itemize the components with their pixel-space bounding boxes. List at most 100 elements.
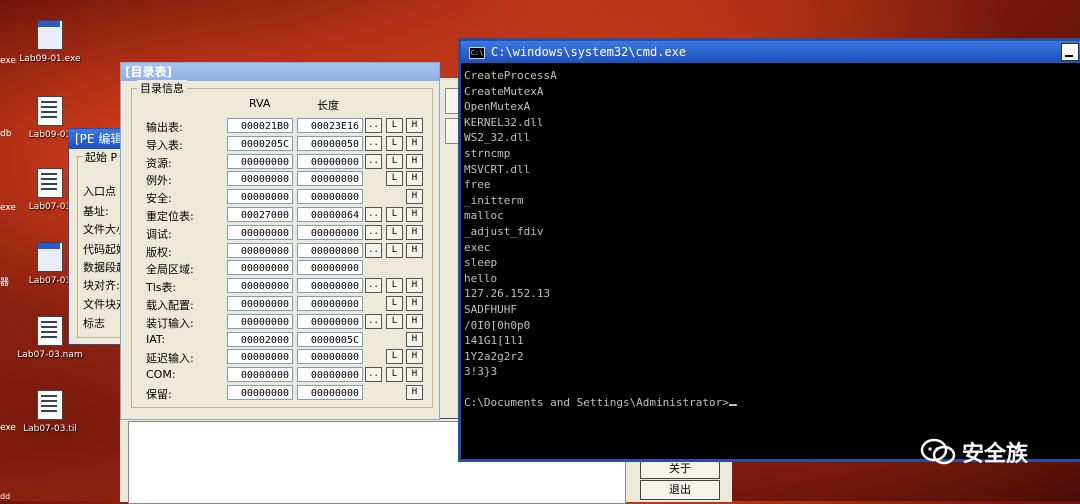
load-button[interactable]: L [386, 225, 403, 240]
rva-field[interactable]: 00000000 [227, 349, 293, 364]
load-button[interactable]: L [386, 349, 403, 364]
load-button[interactable]: L [386, 314, 403, 329]
hex-button[interactable]: H [406, 243, 423, 258]
watermark: 安全族 [920, 436, 1028, 468]
rva-field[interactable]: 00000000 [227, 189, 293, 204]
size-field[interactable]: 00000000 [297, 278, 363, 293]
directory-row-label: 载入配置: [146, 299, 194, 312]
cmd-title-bar[interactable]: C:\ C:\windows\system32\cmd.exe [461, 41, 1080, 63]
size-field[interactable]: 00000000 [297, 225, 363, 240]
load-button[interactable]: L [386, 367, 403, 382]
size-field[interactable]: 00000000 [297, 243, 363, 258]
console-line: _adjust_fdiv [464, 224, 544, 238]
load-button[interactable]: L [386, 136, 403, 151]
size-field[interactable]: 00023E16 [297, 118, 363, 133]
hex-button[interactable]: H [406, 367, 423, 382]
rva-field[interactable]: 00000000 [227, 314, 293, 329]
load-button[interactable]: L [386, 154, 403, 169]
hex-button[interactable]: H [406, 136, 423, 151]
load-button[interactable]: L [386, 118, 403, 133]
hex-button[interactable]: H [406, 385, 423, 400]
window-file-icon [37, 242, 63, 272]
rva-field[interactable]: 00000000 [227, 296, 293, 311]
load-button[interactable]: L [386, 207, 403, 222]
size-field[interactable]: 0000005C [297, 332, 363, 347]
hex-button[interactable]: H [406, 154, 423, 169]
hex-button[interactable]: H [406, 118, 423, 133]
load-button[interactable]: L [386, 296, 403, 311]
window-file-icon [37, 20, 63, 50]
browse-button[interactable]: .. [365, 314, 382, 329]
size-field[interactable]: 00000000 [297, 154, 363, 169]
size-field[interactable]: 00000064 [297, 207, 363, 222]
pe-field-label: 入口点 [83, 185, 116, 198]
cmd-title: C:\windows\system32\cmd.exe [491, 45, 687, 59]
pe-field-label: 基址: [83, 205, 109, 218]
rva-field[interactable]: 00000000 [227, 278, 293, 293]
size-field[interactable]: 00000000 [297, 296, 363, 311]
directory-row-label: 资源: [146, 157, 172, 170]
console-line: _initterm [464, 193, 524, 207]
browse-button[interactable]: .. [365, 243, 382, 258]
rva-field[interactable]: 00000000 [227, 367, 293, 382]
hex-button[interactable]: H [406, 225, 423, 240]
size-field[interactable]: 00000000 [297, 367, 363, 382]
hex-button[interactable]: H [406, 314, 423, 329]
edge-text: exe [0, 56, 16, 66]
browse-button[interactable]: .. [365, 278, 382, 293]
browse-button[interactable]: .. [365, 207, 382, 222]
directory-table-window[interactable]: [目录表] 目录信息 RVA 长度 输出表: 000021B0 00023E16..… [120, 62, 440, 420]
directory-row-label: 版权: [146, 246, 172, 259]
rva-field[interactable]: 00000000 [227, 154, 293, 169]
rva-field[interactable]: 00000000 [227, 243, 293, 258]
console-output[interactable]: CreateProcessA CreateMutexA OpenMutexA KERN… [464, 68, 1080, 459]
directory-row-label: 输出表: [146, 121, 183, 134]
hex-button[interactable]: H [406, 278, 423, 293]
load-button[interactable]: L [386, 243, 403, 258]
size-field[interactable]: 00000000 [297, 314, 363, 329]
console-line: 141G1[1l1 [464, 334, 524, 348]
console-line: 127.26.152.13 [464, 287, 551, 301]
exit-button[interactable]: 退出 [640, 480, 720, 500]
minimize-button[interactable] [1061, 43, 1079, 61]
console-line: sleep [464, 256, 498, 270]
size-field[interactable]: 00000050 [297, 136, 363, 151]
directory-row-label: IAT: [146, 333, 166, 346]
console-prompt: C:\Documents and Settings\Administrator> [464, 395, 1080, 411]
browse-button[interactable]: .. [365, 225, 382, 240]
hex-button[interactable]: H [406, 349, 423, 364]
rva-field[interactable]: 0000205C [227, 136, 293, 151]
size-field[interactable]: 00000000 [297, 189, 363, 204]
document-file-icon [37, 316, 63, 346]
size-field[interactable]: 00000000 [297, 385, 363, 400]
load-button[interactable]: L [386, 171, 403, 186]
edge-text: dd [0, 492, 11, 501]
browse-button[interactable]: .. [365, 367, 382, 382]
hex-button[interactable]: H [406, 171, 423, 186]
rva-field[interactable]: 00027000 [227, 207, 293, 222]
rva-field[interactable]: 00000000 [227, 225, 293, 240]
console-line: 3!3}3 [464, 365, 498, 379]
directory-row-label: 重定位表: [146, 210, 194, 223]
rva-field[interactable]: 00002000 [227, 332, 293, 347]
hex-button[interactable]: H [406, 189, 423, 204]
rva-field[interactable]: 00000000 [227, 260, 293, 275]
browse-button[interactable]: .. [365, 118, 382, 133]
rva-field[interactable]: 00000000 [227, 171, 293, 186]
hex-button[interactable]: H [406, 296, 423, 311]
browse-button[interactable]: .. [365, 136, 382, 151]
hex-button[interactable]: H [406, 207, 423, 222]
rva-field[interactable]: 000021B0 [227, 118, 293, 133]
rva-field[interactable]: 00000000 [227, 385, 293, 400]
size-field[interactable]: 00000000 [297, 260, 363, 275]
about-button[interactable]: 关于 [640, 459, 720, 479]
cmd-window[interactable]: C:\ C:\windows\system32\cmd.exe CreatePro… [458, 38, 1080, 462]
size-field[interactable]: 00000000 [297, 171, 363, 186]
browse-button[interactable]: .. [365, 154, 382, 169]
directory-row-label: COM: [146, 368, 176, 381]
size-field[interactable]: 00000000 [297, 349, 363, 364]
directory-title[interactable]: [目录表] [121, 63, 439, 81]
load-button[interactable]: L [386, 278, 403, 293]
hex-button[interactable]: H [406, 332, 423, 347]
